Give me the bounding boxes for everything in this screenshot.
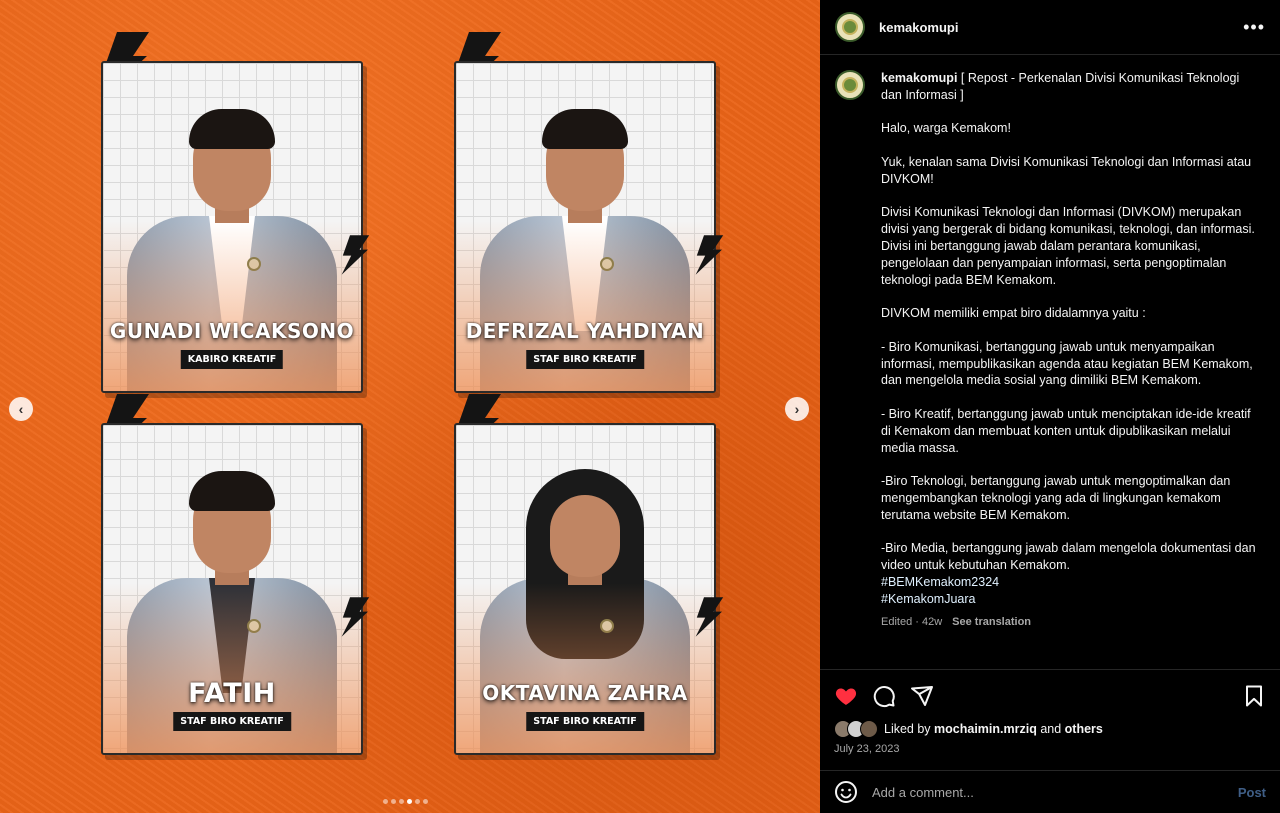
carousel-dot[interactable] <box>415 799 420 804</box>
more-horizontal-icon[interactable]: ••• <box>1243 17 1265 38</box>
member-card: GUNADI WICAKSONO KABIRO KREATIF <box>101 61 363 393</box>
carousel-dot[interactable] <box>399 799 404 804</box>
carousel-dot[interactable] <box>383 799 388 804</box>
post-date: July 23, 2023 <box>834 743 900 755</box>
caption-text: [ Repost - Perkenalan Divisi Komunikasi … <box>881 71 1256 573</box>
avatar <box>860 720 878 738</box>
emoji-icon[interactable] <box>834 780 858 804</box>
liked-by-username[interactable]: mochaimin.mrziq <box>934 722 1037 736</box>
avatar[interactable] <box>835 12 865 42</box>
post-comment-button[interactable]: Post <box>1238 785 1266 800</box>
post-header: kemakomupi ••• <box>820 0 1280 55</box>
lightning-bolt-icon <box>692 597 728 637</box>
liker-avatars <box>834 720 878 738</box>
heart-icon[interactable] <box>834 684 858 708</box>
carousel-dot[interactable] <box>423 799 428 804</box>
post-details-panel: kemakomupi ••• kemakomupi [ Repost - Per… <box>820 0 1280 813</box>
post-author-username[interactable]: kemakomupi <box>879 20 958 35</box>
member-role-badge: STAF BIRO KREATIF <box>526 712 644 731</box>
caption-username[interactable]: kemakomupi <box>881 71 957 85</box>
lightning-bolt-icon <box>338 597 374 637</box>
comment-input[interactable] <box>872 784 1238 800</box>
post-actions <box>820 680 1280 712</box>
comment-bar: Post <box>820 770 1280 813</box>
member-name: GUNADI WICAKSONO <box>109 319 355 343</box>
liked-by-prefix: Liked by <box>884 722 931 736</box>
liked-by-and: and <box>1040 722 1062 736</box>
edited-timestamp: Edited · 42w <box>881 615 943 628</box>
member-role-badge: KABIRO KREATIF <box>180 350 284 369</box>
member-role-badge: STAF BIRO KREATIF <box>526 350 644 369</box>
member-card: OKTAVINA ZAHRA STAF BIRO KREATIF <box>454 423 716 755</box>
post-caption: kemakomupi [ Repost - Perkenalan Divisi … <box>881 70 1261 574</box>
share-icon[interactable] <box>910 684 934 708</box>
likes-summary[interactable]: Liked by mochaimin.mrziq and others <box>834 720 1103 738</box>
member-role-badge: STAF BIRO KREATIF <box>173 712 291 731</box>
carousel-pagination <box>383 799 428 804</box>
member-name: FATIH <box>188 678 276 709</box>
carousel-dot[interactable] <box>407 799 412 804</box>
carousel-next-button[interactable]: › <box>785 397 809 421</box>
lightning-bolt-icon <box>692 235 728 275</box>
member-name: DEFRIZAL YAHDIYAN <box>465 319 705 343</box>
lightning-bolt-icon <box>338 235 374 275</box>
see-translation-link[interactable]: See translation <box>952 614 1031 631</box>
hashtag-link[interactable]: #BEMKemakom2324 <box>881 574 1261 591</box>
hashtag-link[interactable]: #KemakomJuara <box>881 591 1261 608</box>
liked-by-others[interactable]: others <box>1065 722 1103 736</box>
carousel-dot[interactable] <box>391 799 396 804</box>
comment-icon[interactable] <box>872 684 896 708</box>
member-card: DEFRIZAL YAHDIYAN STAF BIRO KREATIF <box>454 61 716 393</box>
member-name: OKTAVINA ZAHRA <box>482 681 688 705</box>
member-card: FATIH STAF BIRO KREATIF <box>101 423 363 755</box>
avatar[interactable] <box>835 70 865 100</box>
bookmark-icon[interactable] <box>1242 684 1266 708</box>
post-media-carousel[interactable]: GUNADI WICAKSONO KABIRO KREATIF DEFRIZAL… <box>0 0 820 813</box>
carousel-prev-button[interactable]: ‹ <box>9 397 33 421</box>
caption-section: kemakomupi [ Repost - Perkenalan Divisi … <box>820 56 1280 670</box>
